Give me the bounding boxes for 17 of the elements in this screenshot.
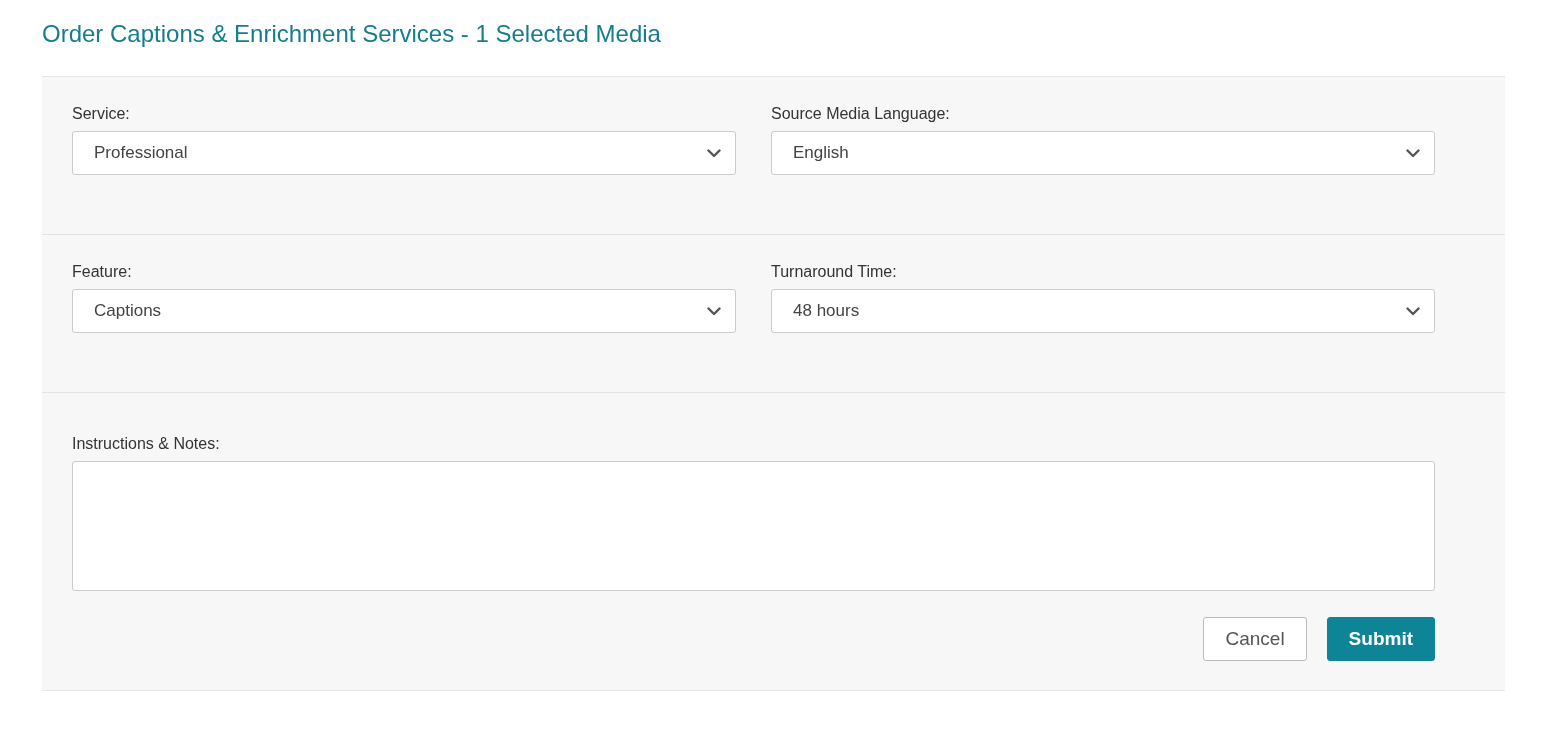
cancel-button[interactable]: Cancel <box>1203 617 1307 661</box>
field-label: Instructions & Notes: <box>72 435 221 453</box>
dropdown-field[interactable]: English <box>771 131 1435 175</box>
dropdown-field[interactable]: Professional <box>72 131 736 175</box>
field-label: Service: <box>72 105 131 123</box>
dropdown-field[interactable]: 48 hours <box>771 289 1435 333</box>
chevron-down-icon <box>707 306 721 316</box>
field-label: Feature: <box>72 263 133 281</box>
chevron-down-icon <box>1406 148 1420 158</box>
chevron-down-icon <box>1406 306 1420 316</box>
chevron-down-icon <box>707 148 721 158</box>
field-label: Turnaround Time: <box>771 263 898 281</box>
field-label: Source Media Language: <box>771 105 951 123</box>
notes-textarea[interactable] <box>72 461 1435 591</box>
page-title: Order Captions & Enrichment Services - 1 Selected Media <box>42 19 662 49</box>
dropdown-field[interactable]: Captions <box>72 289 736 333</box>
submit-button[interactable]: Submit <box>1326 617 1435 661</box>
